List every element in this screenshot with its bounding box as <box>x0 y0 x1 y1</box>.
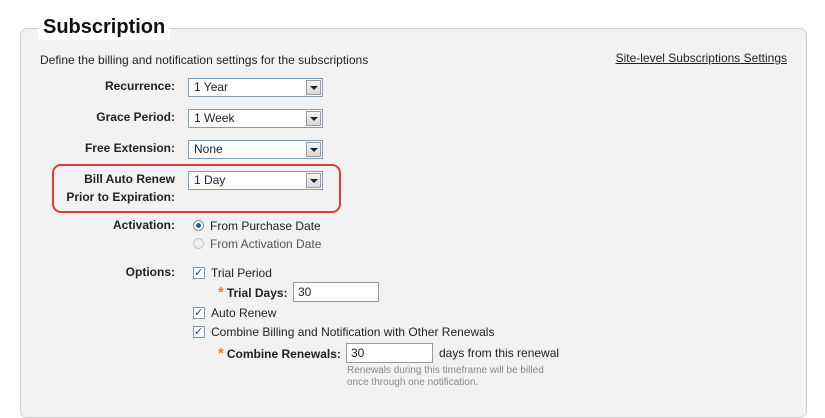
combine-renewals-label-wrap: * Combine Renewals: <box>218 345 341 362</box>
trial-days-value: 30 <box>298 285 312 299</box>
checkbox-checked-icon[interactable] <box>193 305 205 321</box>
checkbox-checked-icon[interactable] <box>193 324 205 340</box>
site-subscriptions-settings-link[interactable]: Site-level Subscriptions Settings <box>616 51 787 65</box>
trial-period-option[interactable]: Trial Period <box>193 265 272 281</box>
bill-auto-renew-label-line1: Bill Auto Renew <box>84 172 175 186</box>
activation-option-label: From Purchase Date <box>210 219 321 233</box>
hint-line1: Renewals during this timeframe will be b… <box>347 365 544 376</box>
free-extension-label: Free Extension: <box>84 141 175 155</box>
chevron-down-icon[interactable] <box>306 173 321 188</box>
options-label: Options: <box>125 265 175 279</box>
combine-renewals-value: 30 <box>351 346 365 360</box>
bill-auto-renew-select[interactable]: 1 Day <box>188 171 323 190</box>
bill-auto-renew-label-line2: Prior to Expiration: <box>66 190 175 204</box>
chevron-down-icon[interactable] <box>306 142 321 157</box>
bill-auto-renew-value: 1 Day <box>194 173 226 187</box>
activation-label: Activation: <box>112 218 175 232</box>
recurrence-label: Recurrence: <box>104 79 175 93</box>
chevron-down-icon[interactable] <box>306 80 321 95</box>
chevron-down-icon[interactable] <box>306 111 321 126</box>
section-description: Define the billing and notification sett… <box>40 53 369 67</box>
combine-renewals-suffix: days from this renewal <box>439 346 560 360</box>
auto-renew-label: Auto Renew <box>211 306 277 320</box>
activation-option-activation[interactable]: From Activation Date <box>193 236 321 252</box>
bill-auto-renew-label: Bill Auto Renew Prior to Expiration: <box>66 170 175 206</box>
combine-renewals-label: Combine Renewals: <box>226 347 341 361</box>
checkbox-checked-icon[interactable] <box>193 265 205 281</box>
grace-period-label: Grace Period: <box>96 110 175 124</box>
grace-period-select[interactable]: 1 Week <box>188 109 323 128</box>
hint-line2: once through one notification. <box>347 377 479 388</box>
radio-selected-icon[interactable] <box>193 220 204 231</box>
radio-unselected-icon[interactable] <box>193 238 204 249</box>
activation-option-purchase[interactable]: From Purchase Date <box>193 218 321 234</box>
required-asterisk: * <box>218 284 224 301</box>
recurrence-value: 1 Year <box>194 80 229 94</box>
trial-days-label: Trial Days: <box>226 286 288 300</box>
trial-days-input[interactable]: 30 <box>293 282 379 302</box>
trial-days-label-wrap: * Trial Days: <box>218 284 288 301</box>
recurrence-select[interactable]: 1 Year <box>188 78 323 97</box>
combine-renewals-input[interactable]: 30 <box>346 343 433 363</box>
required-asterisk: * <box>218 345 224 362</box>
grace-period-value: 1 Week <box>194 111 235 125</box>
combine-renewals-hint: Renewals during this timeframe will be b… <box>347 365 577 389</box>
free-extension-select[interactable]: None <box>188 140 323 159</box>
free-extension-value: None <box>194 142 223 156</box>
trial-period-label: Trial Period <box>211 266 272 280</box>
section-title: Subscription <box>38 14 171 40</box>
auto-renew-option[interactable]: Auto Renew <box>193 305 276 321</box>
combine-billing-label: Combine Billing and Notification with Ot… <box>211 325 495 339</box>
combine-billing-option[interactable]: Combine Billing and Notification with Ot… <box>193 324 494 340</box>
activation-option-label: From Activation Date <box>210 237 322 251</box>
